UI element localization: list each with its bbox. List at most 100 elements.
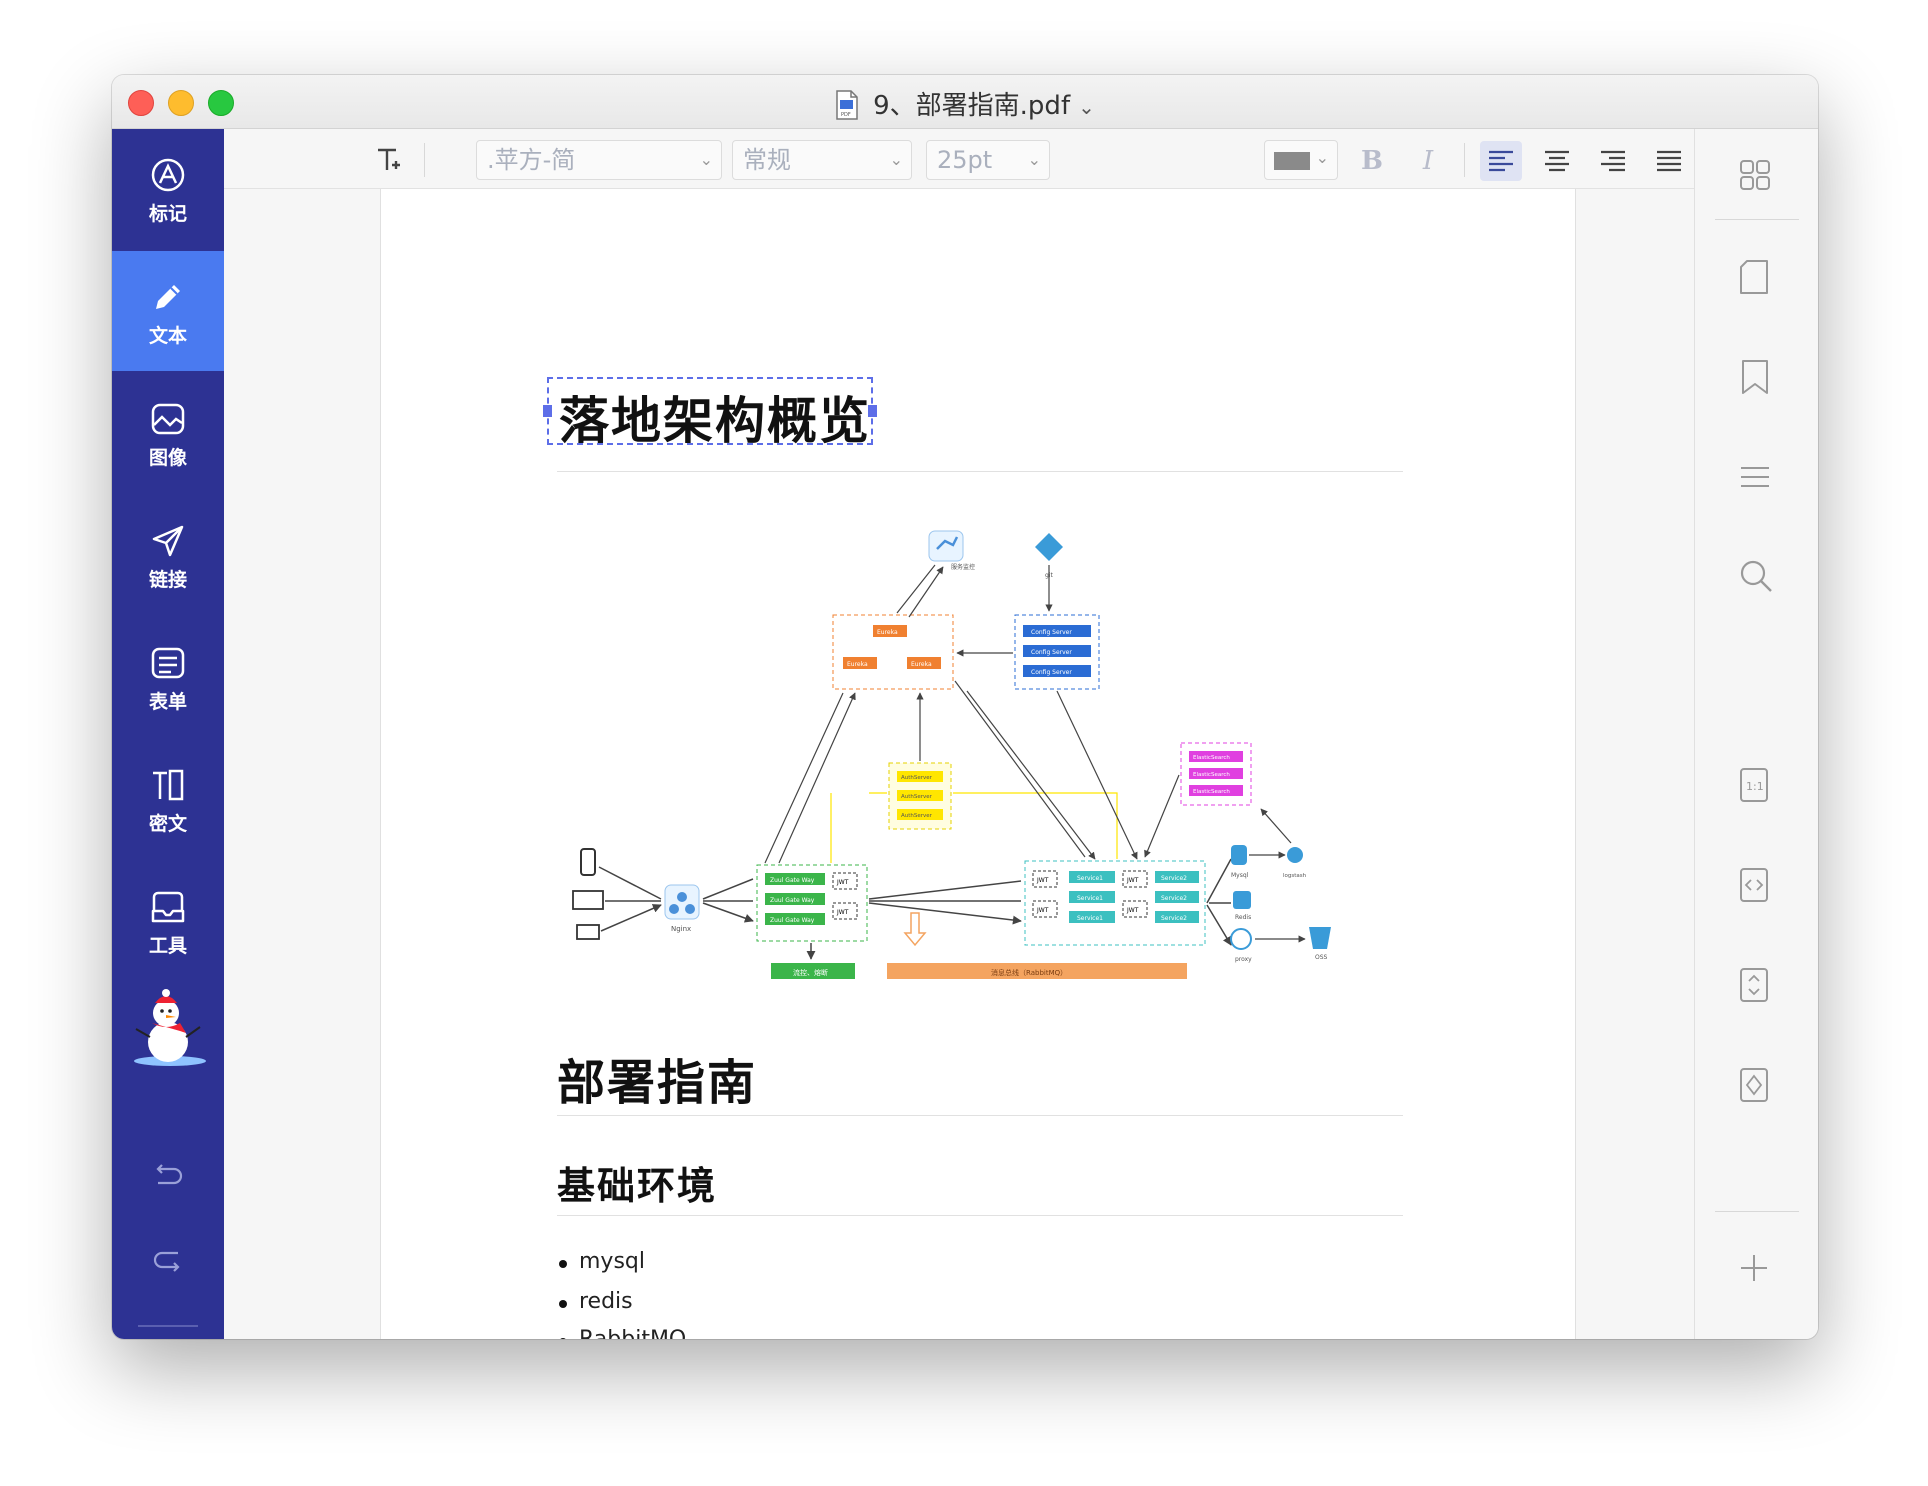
undo-icon[interactable] — [150, 1157, 186, 1193]
svg-text:Eureka: Eureka — [911, 661, 932, 668]
font-weight-value: 常规 — [743, 146, 791, 174]
svg-text:Config Server: Config Server — [1031, 629, 1072, 636]
chevron-down-icon: ⌄ — [1315, 148, 1329, 167]
section-heading[interactable]: 部署指南 — [557, 1043, 757, 1113]
architecture-diagram: Nginx Zuul Gate Way Zuul Gate Way Zuul G… — [572, 530, 1331, 979]
align-right-icon — [1601, 150, 1625, 172]
svg-text:JWT: JWT — [1126, 877, 1139, 884]
snowman-mascot-icon — [134, 989, 206, 1066]
color-swatch — [1274, 152, 1310, 170]
svg-text:Config Server: Config Server — [1031, 669, 1072, 676]
sidebar-divider — [138, 1325, 198, 1327]
window-title[interactable]: PDF 9、部署指南.pdf ⌄ — [112, 85, 1818, 122]
svg-text:JWT: JWT — [1036, 877, 1049, 884]
font-family-select[interactable]: .苹方-简 ⌄ — [476, 140, 722, 180]
sidebar-item-label: 链接 — [148, 569, 187, 591]
font-family-value: .苹方-简 — [487, 146, 576, 174]
svg-text:Service2: Service2 — [1161, 895, 1187, 902]
sidebar-item-label: 表单 — [148, 691, 187, 713]
sidebar-item-link[interactable]: 链接 — [112, 495, 224, 615]
outline-icon[interactable] — [1739, 465, 1771, 489]
sidebar-item-label: 密文 — [148, 813, 187, 835]
actual-size-icon[interactable]: 1:1 — [1739, 767, 1769, 803]
sidebar-item-form[interactable]: 表单 — [112, 617, 224, 737]
page-icon[interactable] — [1739, 259, 1771, 295]
link-icon — [152, 525, 184, 557]
svg-text:JWT: JWT — [836, 879, 849, 886]
svg-text:Service1: Service1 — [1077, 895, 1103, 902]
section-rule — [557, 1115, 1403, 1116]
tools-icon — [151, 891, 185, 923]
sidebar-item-markup[interactable]: 标记 — [112, 129, 224, 249]
svg-text:Zuul Gate Way: Zuul Gate Way — [770, 897, 815, 904]
svg-text:消息总线（RabbitMQ）: 消息总线（RabbitMQ） — [991, 968, 1067, 977]
pencil-icon — [156, 285, 180, 309]
chevron-down-icon[interactable]: ⌄ — [1078, 95, 1095, 119]
form-icon — [151, 647, 185, 679]
fit-height-icon[interactable] — [1739, 967, 1769, 1003]
text-tool-icon[interactable] — [374, 145, 404, 175]
font-weight-select[interactable]: 常规 ⌄ — [732, 140, 912, 180]
subsection-rule — [557, 1215, 1403, 1216]
tool-sidebar: 标记 文本 图像 链接 表单 密文 工具 — [112, 129, 224, 1339]
document-title: 9、部署指南.pdf — [873, 91, 1071, 121]
view-sidebar: 1:1 — [1694, 129, 1818, 1339]
resize-handle-left[interactable] — [543, 405, 552, 417]
svg-text:Eureka: Eureka — [877, 629, 898, 636]
list-item[interactable]: redis — [559, 1289, 633, 1314]
list-item[interactable]: mysql — [559, 1249, 645, 1274]
align-justify-icon — [1657, 150, 1681, 172]
align-left-button[interactable] — [1480, 141, 1522, 181]
list-item[interactable]: RabbitMQ — [558, 1327, 686, 1339]
svg-text:ElasticSearch: ElasticSearch — [1193, 755, 1230, 761]
toolbar-divider — [1464, 143, 1465, 177]
font-size-select[interactable]: 25pt ⌄ — [926, 140, 1050, 180]
search-icon[interactable] — [1739, 559, 1773, 593]
align-justify-button[interactable] — [1648, 141, 1690, 181]
redo-icon[interactable] — [150, 1241, 186, 1277]
align-right-button[interactable] — [1592, 141, 1634, 181]
sidebar-item-label: 工具 — [148, 935, 187, 957]
svg-text:Service1: Service1 — [1077, 915, 1103, 922]
bold-button[interactable]: B — [1352, 143, 1392, 179]
format-toolbar: .苹方-简 ⌄ 常规 ⌄ 25pt ⌄ ⌄ B I — [224, 129, 1694, 189]
bookmark-icon[interactable] — [1739, 359, 1771, 395]
sidebar-item-tools[interactable]: 工具 — [112, 861, 224, 981]
svg-text:proxy: proxy — [1235, 956, 1252, 963]
svg-text:JWT: JWT — [836, 909, 849, 916]
zoom-in-icon[interactable] — [1739, 1253, 1769, 1283]
thumbnails-icon[interactable] — [1739, 159, 1771, 191]
sidebar-item-image[interactable]: 图像 — [112, 373, 224, 493]
sidebar-item-label: 标记 — [148, 203, 187, 225]
svg-text:流控、熔断: 流控、熔断 — [793, 968, 828, 977]
svg-text:Mysql: Mysql — [1231, 872, 1249, 879]
fit-width-icon[interactable] — [1739, 867, 1769, 903]
architecture-heading[interactable]: 落地架构概览 — [559, 381, 871, 453]
align-center-button[interactable] — [1536, 141, 1578, 181]
svg-text:1:1: 1:1 — [1746, 780, 1764, 793]
sidebar-item-text[interactable]: 文本 — [112, 251, 224, 371]
rightbar-divider — [1715, 1211, 1799, 1212]
pdf-file-icon: PDF — [836, 90, 858, 120]
svg-text:Zuul Gate Way: Zuul Gate Way — [770, 877, 815, 884]
pdf-page[interactable]: 落地架构概览 Nginx Zuul Gate Way Zuul Gate Way… — [380, 189, 1576, 1339]
svg-text:AuthServer: AuthServer — [901, 775, 933, 781]
italic-button[interactable]: I — [1408, 143, 1448, 179]
svg-text:Service2: Service2 — [1161, 915, 1187, 922]
svg-text:ElasticSearch: ElasticSearch — [1193, 772, 1230, 778]
document-viewport[interactable]: 落地架构概览 Nginx Zuul Gate Way Zuul Gate Way… — [224, 189, 1694, 1339]
font-size-value: 25pt — [937, 146, 993, 174]
subsection-heading[interactable]: 基础环境 — [557, 1155, 717, 1210]
sidebar-item-label: 文本 — [148, 325, 187, 347]
svg-text:Nginx: Nginx — [671, 925, 691, 933]
svg-text:JWT: JWT — [1036, 907, 1049, 914]
fit-page-icon[interactable] — [1739, 1067, 1769, 1103]
svg-text:Service2: Service2 — [1161, 875, 1187, 882]
svg-text:AuthServer: AuthServer — [901, 794, 933, 800]
svg-text:JWT: JWT — [1126, 907, 1139, 914]
text-color-select[interactable]: ⌄ — [1264, 140, 1338, 180]
image-icon — [151, 403, 185, 435]
sidebar-item-label: 图像 — [148, 447, 187, 469]
rightbar-divider — [1715, 219, 1799, 220]
sidebar-item-redact[interactable]: 密文 — [112, 739, 224, 859]
